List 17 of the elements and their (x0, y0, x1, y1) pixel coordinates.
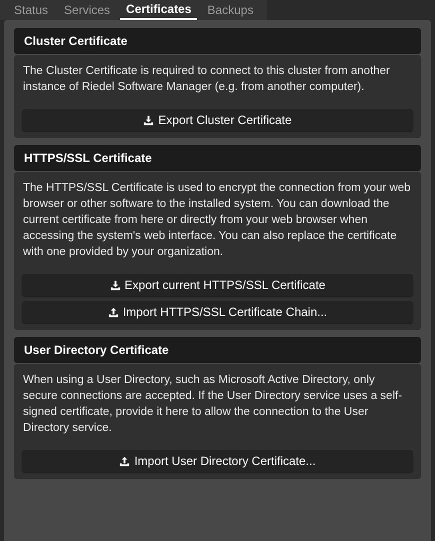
section-header: Cluster Certificate (14, 28, 421, 54)
upload-icon (119, 456, 130, 466)
tab[interactable]: Services (58, 0, 116, 20)
description-text: The HTTPS/SSL Certificate is used to encrypt the connection from your web browser or other software to the installed system. You can download the current certificate from here or directly from your web browser when accessing the system's web interface. You can also replace the certificate with one provided by your organization. (22, 181, 412, 260)
description-text: When using a User Directory, such as Microsoft Active Directory, only secure connections are accepted. If the User Directory service uses a self-signed certificate, provide it here to allow the connection to the User Directory service. (22, 373, 404, 436)
section-header: HTTPS/SSL Certificate (14, 145, 421, 171)
download-icon (143, 114, 154, 126)
upload-icon (108, 306, 119, 318)
download-icon (110, 280, 121, 290)
tab[interactable]: Status (8, 0, 54, 20)
section-header: User Directory Certificate (14, 337, 421, 363)
tab[interactable]: Backups (201, 0, 260, 20)
export-button[interactable]: Export Cluster Certificate (22, 109, 413, 131)
export-button[interactable]: Export current HTTPS/SSL Certificate (22, 274, 413, 296)
import-button[interactable]: Import User Directory Certificate... (22, 450, 413, 472)
import-button[interactable]: Import HTTPS/SSL Certificate Chain... (22, 301, 413, 323)
description-text: The Cluster Certificate is required to connect to this cluster from another instance of Riedel Software Manager (e.g. from another computer). (22, 64, 391, 95)
